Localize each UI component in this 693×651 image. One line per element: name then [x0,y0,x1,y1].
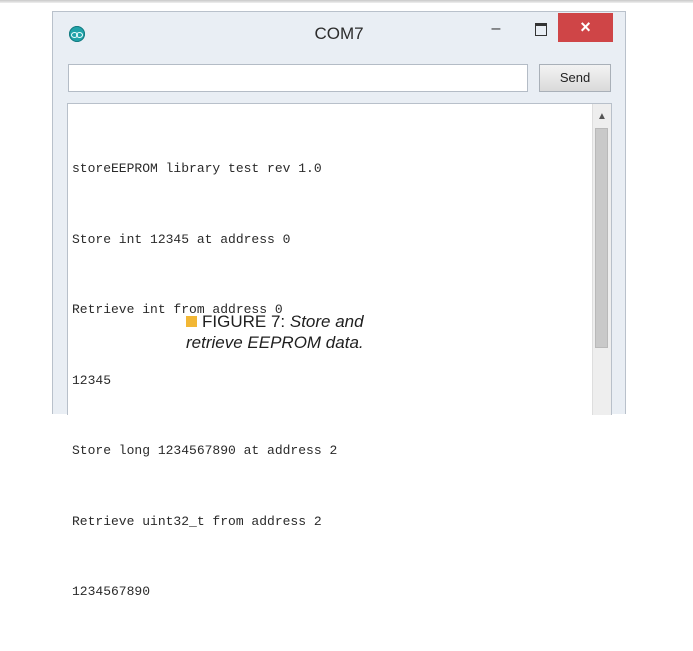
output-lines: storeEEPROM library test rev 1.0 Store i… [72,110,337,651]
maximize-button[interactable] [528,18,554,42]
caption-square-icon [186,316,197,327]
caption-text-1: Store and [289,312,364,331]
close-button[interactable]: × [558,13,613,42]
output-line: Store long 1234567890 at address 2 [72,443,338,458]
title-bar[interactable]: COM7 – × [53,12,625,52]
send-button[interactable]: Send [539,64,611,92]
output-line: 12345 [72,372,112,388]
send-row: Send [68,64,611,94]
figure-caption: FIGURE 7: Store and retrieve EEPROM data… [186,311,364,353]
serial-monitor-window: COM7 – × Send storeEEPROM library test r… [52,11,626,599]
minimize-button[interactable]: – [483,18,509,42]
output-line: Retrieve uint32_t from address 2 [72,513,322,529]
output-line: Store int 12345 at address 0 [72,231,291,247]
maximize-icon [535,23,547,36]
caption-text-2: retrieve EEPROM data. [186,333,364,352]
page-top-rule [0,0,693,3]
scroll-thumb[interactable] [595,128,608,348]
serial-input[interactable] [68,64,528,92]
caption-line-1: FIGURE 7: Store and [186,311,364,332]
output-line: 1234567890 [72,584,151,599]
scroll-up-arrow-icon[interactable]: ▲ [596,112,608,122]
caption-label: FIGURE 7: [202,312,286,331]
output-line: storeEEPROM library test rev 1.0 [72,161,322,176]
serial-output[interactable]: storeEEPROM library test rev 1.0 Store i… [67,103,612,599]
vertical-scrollbar[interactable]: ▲ [592,104,611,415]
